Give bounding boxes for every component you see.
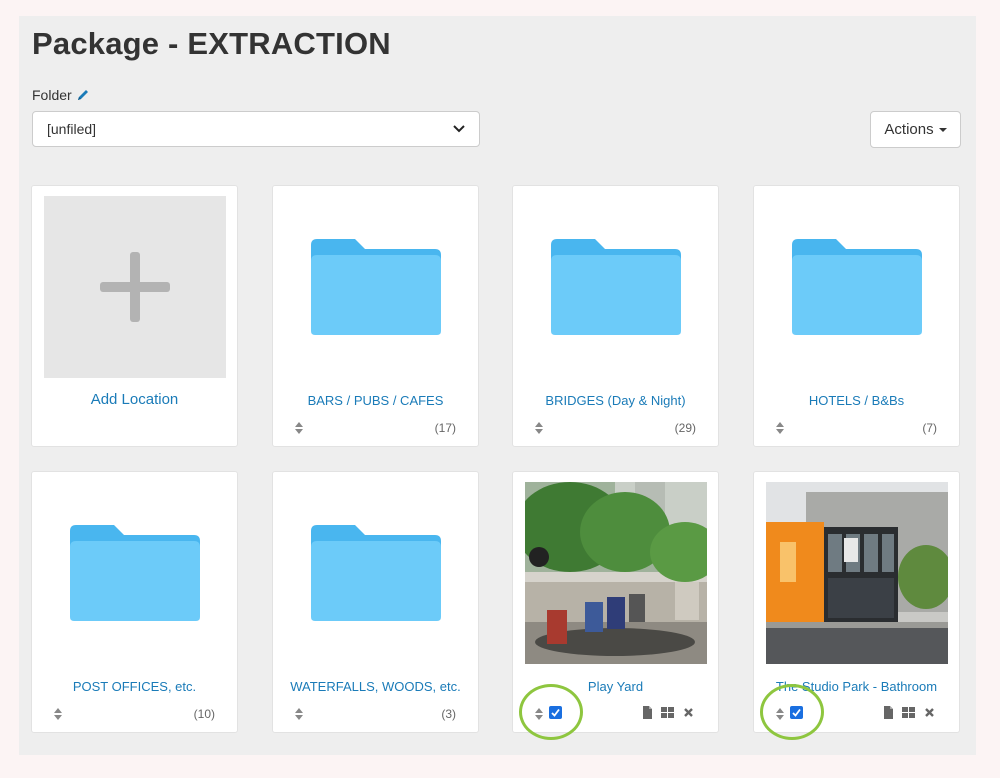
card-folder[interactable]: HOTELS / B&Bs (7) (753, 185, 960, 447)
location-photo (766, 482, 948, 664)
grid-icon[interactable] (661, 706, 674, 719)
folder-title[interactable]: BRIDGES (Day & Night) (517, 393, 714, 408)
actions-button-label: Actions (884, 121, 934, 138)
actions-button[interactable]: Actions (870, 111, 961, 148)
folder-select[interactable]: [unfiled] (32, 111, 480, 147)
file-icon[interactable] (882, 706, 895, 719)
pencil-icon[interactable] (76, 88, 90, 102)
location-photo-studio-park[interactable] (766, 482, 948, 664)
folder-icon (311, 525, 441, 621)
folder-icon (311, 239, 441, 335)
folder-title[interactable]: HOTELS / B&Bs (758, 393, 955, 408)
card-folder[interactable]: WATERFALLS, WOODS, etc. (3) (272, 471, 479, 733)
card-location[interactable]: Play Yard (512, 471, 719, 740)
highlight-circle (760, 684, 824, 740)
folder-select-value: [unfiled] (47, 121, 97, 137)
plus-icon (100, 252, 170, 322)
folder-thumb[interactable] (285, 482, 467, 664)
folder-title[interactable]: POST OFFICES, etc. (36, 679, 233, 694)
close-icon[interactable] (683, 706, 694, 719)
folder-title[interactable]: WATERFALLS, WOODS, etc. (277, 679, 474, 694)
card-add-location[interactable]: Add Location (31, 185, 238, 447)
chevron-down-icon (453, 125, 465, 133)
add-location-label[interactable]: Add Location (36, 391, 233, 408)
location-photo (525, 482, 707, 664)
sort-icon[interactable] (535, 422, 543, 434)
folder-label-text: Folder (32, 87, 72, 103)
folder-thumb[interactable] (766, 196, 948, 378)
folder-thumb[interactable] (44, 482, 226, 664)
card-folder[interactable]: BRIDGES (Day & Night) (29) (512, 185, 719, 447)
close-icon[interactable] (924, 706, 935, 719)
grid-icon[interactable] (902, 706, 915, 719)
card-location[interactable]: The Studio Park - Bathroom (753, 471, 960, 740)
folder-icon (551, 239, 681, 335)
location-photo-play-yard[interactable] (525, 482, 707, 664)
sort-icon[interactable] (295, 422, 303, 434)
folder-title[interactable]: BARS / PUBS / CAFES (277, 393, 474, 408)
folder-label: Folder (32, 87, 90, 103)
item-count: (3) (441, 707, 456, 721)
add-location-thumb[interactable] (44, 196, 226, 378)
file-icon[interactable] (641, 706, 654, 719)
item-count: (7) (922, 421, 937, 435)
sort-icon[interactable] (295, 708, 303, 720)
folder-icon (792, 239, 922, 335)
sort-icon[interactable] (776, 422, 784, 434)
item-count: (10) (193, 707, 215, 721)
page-title: Package - EXTRACTION (32, 26, 391, 61)
card-folder[interactable]: POST OFFICES, etc. (10) (31, 471, 238, 733)
folder-thumb[interactable] (285, 196, 467, 378)
card-folder[interactable]: BARS / PUBS / CAFES (17) (272, 185, 479, 447)
folder-icon (70, 525, 200, 621)
caret-down-icon (938, 127, 947, 132)
highlight-circle (519, 684, 583, 740)
item-count: (17) (434, 421, 456, 435)
item-count: (29) (674, 421, 696, 435)
folder-thumb[interactable] (525, 196, 707, 378)
sort-icon[interactable] (54, 708, 62, 720)
